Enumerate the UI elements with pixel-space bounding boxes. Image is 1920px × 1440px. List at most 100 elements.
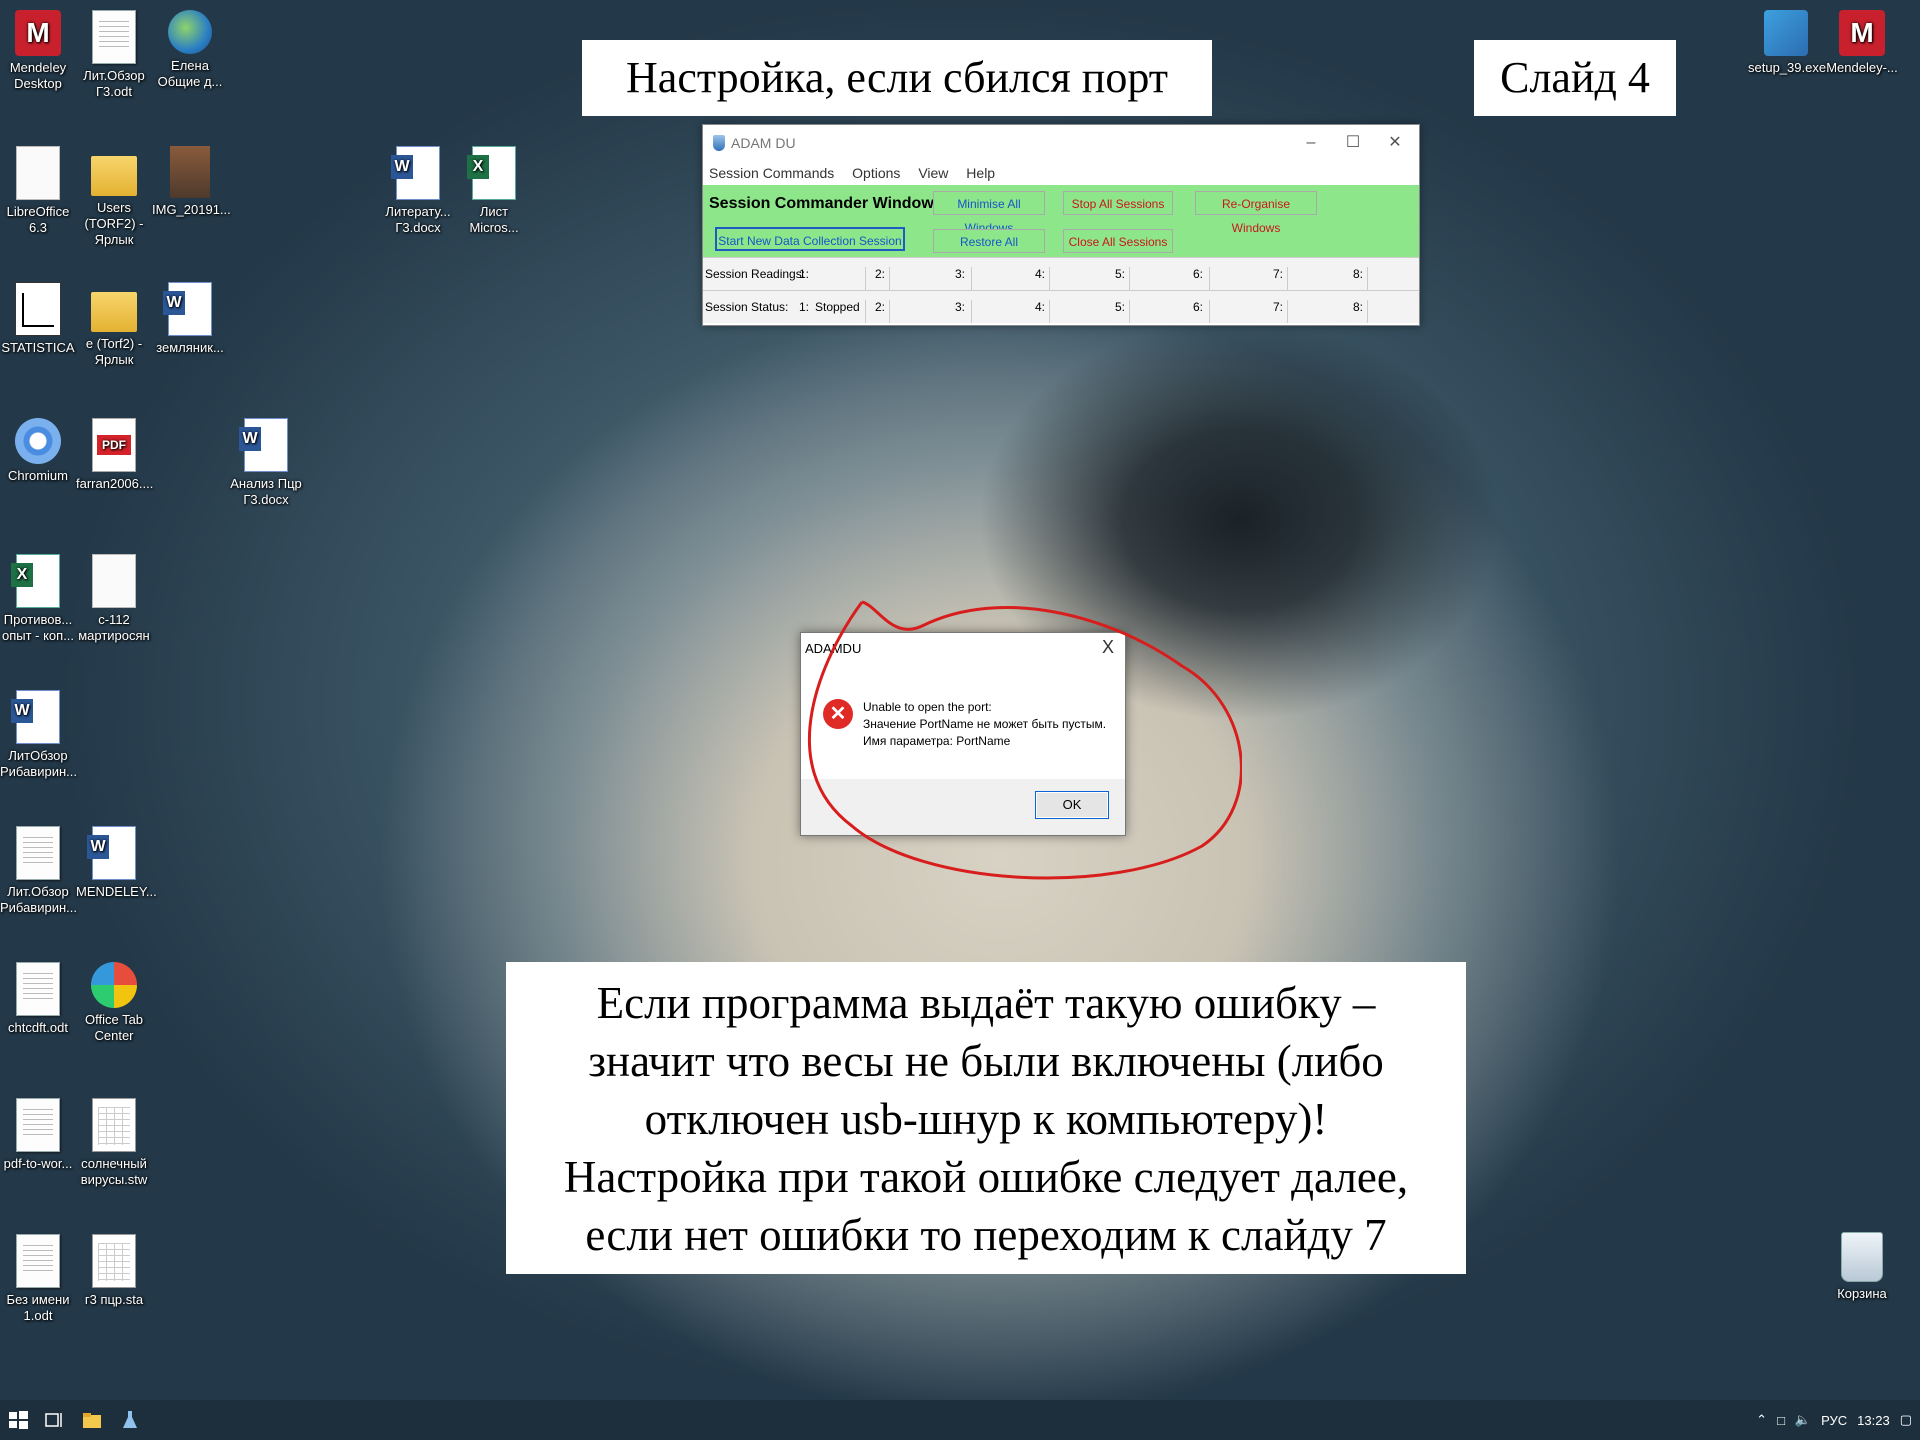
- desktop-icon-mendeley-doc[interactable]: MENDELEY...: [76, 826, 157, 900]
- menu-help[interactable]: Help: [966, 165, 995, 181]
- chromium-icon: [15, 418, 61, 464]
- start-new-session-button[interactable]: Start New Data Collection Session: [715, 227, 905, 251]
- folder-shortcut-icon: [91, 156, 137, 196]
- desktop-icon-list-micros[interactable]: Лист Micros...: [456, 146, 532, 236]
- icon-label: MENDELEY...: [76, 884, 157, 899]
- desktop-icon-g3-pcr[interactable]: г3 пцр.sta: [76, 1234, 152, 1308]
- slot-label: 3:: [955, 267, 966, 281]
- slot-label: 4:: [1035, 267, 1046, 281]
- slot-label: 1:: [799, 267, 810, 281]
- menu-session-commands[interactable]: Session Commands: [709, 165, 834, 181]
- slot-label: 5:: [1115, 267, 1126, 281]
- word-document-icon: [163, 282, 212, 336]
- chevron-up-icon[interactable]: ⌃: [1756, 1412, 1767, 1428]
- desktop-icon-lit-obzor[interactable]: Лит.Обзор Г3.odt: [76, 10, 152, 100]
- icon-label: Лит.Обзор Г3.odt: [83, 68, 145, 99]
- desktop-icon-literatura[interactable]: Литерату... Г3.docx: [380, 146, 456, 236]
- desktop-icon-office-tab[interactable]: Office Tab Center: [76, 962, 152, 1044]
- icon-label: Елена Общие д...: [157, 58, 223, 89]
- session-readings-row: Session Readings: 1: 2: 3: 4: 5: 6: 7: 8…: [703, 257, 1419, 290]
- document-icon: [16, 1234, 60, 1288]
- office-tab-icon: [91, 962, 137, 1008]
- desktop-icon-mendeley-right[interactable]: Mendeley-...: [1824, 10, 1900, 76]
- icon-label: setup_39.exe: [1748, 60, 1827, 75]
- speaker-muted-icon[interactable]: 🔈: [1795, 1412, 1811, 1428]
- info-line: если нет ошибки то переходим к слайду 7: [585, 1210, 1387, 1260]
- desktop-icon-statistica[interactable]: STATISTICA: [0, 282, 76, 356]
- document-icon: [16, 1098, 60, 1152]
- close-icon[interactable]: ✕: [1375, 131, 1415, 155]
- desktop-icon-setup[interactable]: setup_39.exe: [1748, 10, 1827, 76]
- slot-label: 5:: [1115, 300, 1126, 314]
- desktop-icon-chtcdft[interactable]: chtcdft.odt: [0, 962, 76, 1036]
- icon-label: e (Torf2) - Ярлык: [85, 336, 143, 367]
- desktop-icon-pdf-to-wor[interactable]: pdf-to-wor...: [0, 1098, 76, 1172]
- desktop-icon-farran[interactable]: farran2006....: [76, 418, 154, 492]
- divider: [1209, 267, 1210, 290]
- folder-shortcut-icon: [91, 292, 137, 332]
- notifications-icon[interactable]: ▢: [1900, 1412, 1912, 1428]
- divider: [889, 267, 890, 290]
- adam-du-taskbar-icon[interactable]: [118, 1408, 142, 1432]
- slot-label: 8:: [1353, 267, 1364, 281]
- desktop-icon-img[interactable]: IMG_20191...: [152, 146, 231, 218]
- maximize-icon[interactable]: ☐: [1333, 131, 1373, 155]
- desktop-icon-litobzor-riba2[interactable]: Лит.Обзор Рибавирин...: [0, 826, 77, 916]
- clock[interactable]: 13:23: [1857, 1413, 1890, 1428]
- desktop-icon-solnechny[interactable]: солнечный вирусы.stw: [76, 1098, 152, 1188]
- desktop-icon-protivov[interactable]: Противов... опыт - коп...: [0, 554, 76, 644]
- desktop-icon-e-torf2[interactable]: e (Torf2) - Ярлык: [76, 282, 152, 368]
- reorganise-button[interactable]: Re-Organise Windows: [1195, 191, 1317, 235]
- desktop-icon-recycle-bin[interactable]: Корзина: [1824, 1232, 1900, 1302]
- stop-all-button[interactable]: Stop All Sessions: [1063, 191, 1173, 215]
- slot-label: 7:: [1273, 267, 1284, 281]
- desktop-icon-users-torf2[interactable]: Users (TORF2) - Ярлык: [76, 146, 152, 248]
- divider: [1287, 267, 1288, 290]
- desktop-icon-c112[interactable]: с-112 мартиросян: [76, 554, 152, 644]
- network-icon[interactable]: □: [1777, 1413, 1785, 1428]
- divider: [889, 300, 890, 323]
- divider: [865, 300, 866, 323]
- desktop-icon-litobzor-riba1[interactable]: ЛитОбзор Рибавирин...: [0, 690, 77, 780]
- word-document-icon: [11, 690, 60, 744]
- slot-label: 6:: [1193, 267, 1204, 281]
- info-line: Если программа выдаёт такую ошибку –: [596, 978, 1376, 1028]
- desktop-icon-elena[interactable]: Елена Общие д...: [152, 10, 228, 90]
- desktop-icon-bez-imeni[interactable]: Без имени 1.odt: [0, 1234, 76, 1324]
- menu-bar: Session Commands Options View Help: [703, 161, 1419, 185]
- close-all-button[interactable]: Close All Sessions: [1063, 229, 1173, 253]
- minimise-all-button[interactable]: Minimise All Windows: [933, 191, 1045, 235]
- slide-title: Настройка, если сбился порт: [582, 40, 1212, 116]
- slot-label: 6:: [1193, 300, 1204, 314]
- language-indicator[interactable]: РУС: [1821, 1413, 1847, 1428]
- desktop-icon-mendeley-desktop[interactable]: Mendeley Desktop: [0, 10, 76, 92]
- session-commander-heading: Session Commander Window: [709, 195, 934, 212]
- windows-start-icon[interactable]: [6, 1408, 30, 1432]
- file-explorer-icon[interactable]: [80, 1408, 104, 1432]
- desktop-icon-zemlyanik[interactable]: земляник...: [152, 282, 228, 356]
- icon-label: Лит.Обзор Рибавирин...: [0, 884, 77, 915]
- divider: [1287, 300, 1288, 323]
- menu-options[interactable]: Options: [852, 165, 900, 181]
- icon-label: Users (TORF2) - Ярлык: [84, 200, 144, 247]
- icon-label: LibreOffice 6.3: [6, 204, 70, 235]
- taskbar: ⌃ □ 🔈 РУС 13:23 ▢: [0, 1400, 1920, 1440]
- task-view-icon[interactable]: [42, 1408, 66, 1432]
- desktop-icon-analiz[interactable]: Анализ Пцр Г3.docx: [228, 418, 304, 508]
- word-document-icon: [391, 146, 440, 200]
- icon-label: farran2006....: [76, 476, 154, 491]
- icon-label: IMG_20191...: [152, 202, 231, 217]
- slot-label: 8:: [1353, 300, 1364, 314]
- excel-document-icon: [11, 554, 60, 608]
- slot-label: 3:: [955, 300, 966, 314]
- restore-all-button[interactable]: Restore All Windows: [933, 229, 1045, 273]
- icon-label: STATISTICA: [1, 340, 75, 355]
- minimize-icon[interactable]: –: [1291, 131, 1331, 155]
- desktop-icon-chromium[interactable]: Chromium: [0, 418, 76, 484]
- window-titlebar[interactable]: ADAM DU – ☐ ✕: [703, 125, 1419, 161]
- desktop-icon-libreoffice[interactable]: LibreOffice 6.3: [0, 146, 76, 236]
- slot-label: 2:: [875, 267, 886, 281]
- menu-view[interactable]: View: [918, 165, 948, 181]
- session-status-row: Session Status: 1: Stopped 2: 3: 4: 5: 6…: [703, 290, 1419, 323]
- icon-label: г3 пцр.sta: [84, 1292, 144, 1307]
